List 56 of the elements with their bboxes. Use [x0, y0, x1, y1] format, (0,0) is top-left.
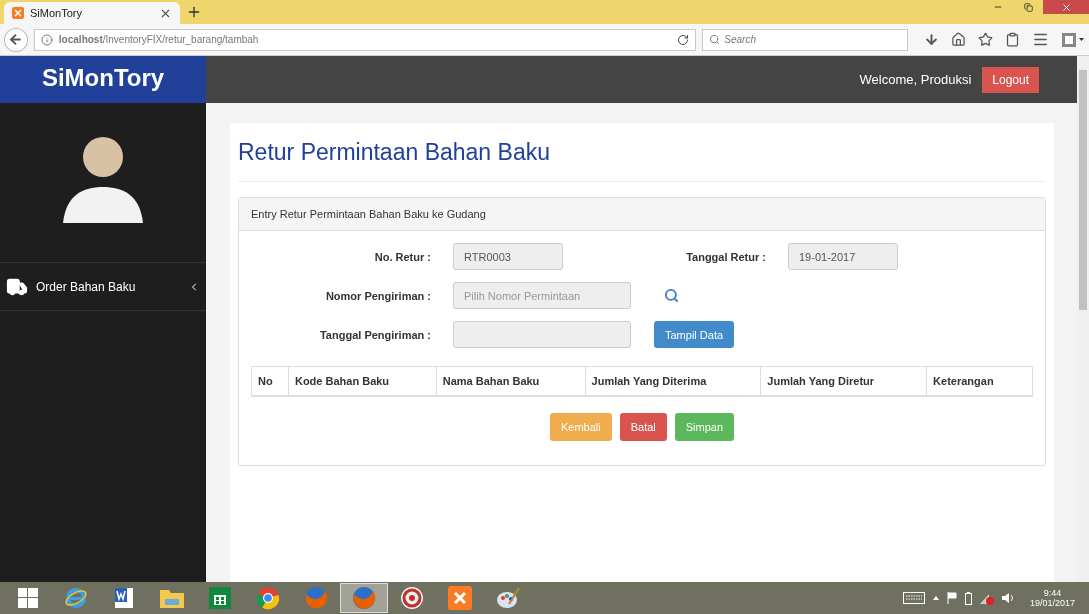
- palette-icon: [495, 586, 521, 610]
- reload-icon[interactable]: [677, 33, 690, 46]
- column-header: No: [251, 366, 289, 396]
- flag-icon[interactable]: [946, 592, 957, 604]
- address-field[interactable]: localhost/InventoryFIX/retur_barang/tambah: [33, 28, 697, 51]
- field-label: Nomor Pengiriman :: [324, 289, 431, 302]
- keyboard-icon[interactable]: [902, 592, 925, 604]
- field-label: Tanggal Pengiriman :: [318, 328, 431, 341]
- star-icon[interactable]: [978, 32, 993, 47]
- menu-icon[interactable]: [1032, 31, 1049, 48]
- show-data-button[interactable]: Tampil Data: [654, 321, 735, 348]
- home-icon[interactable]: [951, 32, 966, 47]
- info-icon[interactable]: [40, 33, 53, 46]
- browser-tab[interactable]: SiMonTory: [4, 2, 180, 24]
- column-header: Keterangan: [926, 366, 1033, 396]
- input-field[interactable]: [453, 321, 631, 348]
- close-icon: [1060, 1, 1072, 13]
- restore-icon: [1023, 2, 1033, 12]
- input-field[interactable]: RTR0003: [453, 243, 563, 270]
- xampp-logo-icon: [12, 7, 24, 19]
- folder-icon: [159, 587, 185, 609]
- input-field[interactable]: 19-01-2017: [788, 243, 898, 270]
- battery-icon[interactable]: [964, 591, 972, 605]
- column-header: Kode Bahan Baku: [288, 366, 437, 396]
- clock-time: 9:44: [1043, 588, 1062, 598]
- column-header: Nama Bahan Baku: [436, 366, 586, 396]
- document-w-icon: [112, 586, 136, 610]
- logout-button[interactable]: Logout: [982, 66, 1039, 93]
- xampp-logo-icon: [448, 586, 472, 610]
- back-button[interactable]: [4, 27, 28, 52]
- download-icon[interactable]: [924, 32, 939, 47]
- new-tab-icon[interactable]: [186, 4, 202, 20]
- tab-title: SiMonTory: [30, 7, 83, 19]
- browser-e-icon: [64, 586, 88, 610]
- action-button[interactable]: Batal: [619, 412, 667, 441]
- sidebar-item[interactable]: Order Bahan Baku: [0, 263, 206, 311]
- welcome-text: Welcome, Produksi: [859, 72, 972, 87]
- search-icon[interactable]: [664, 288, 679, 303]
- windows-logo-icon: [18, 588, 38, 608]
- input-field[interactable]: Pilih Nomor Permintaan: [453, 282, 631, 309]
- caret-up-icon[interactable]: [932, 596, 939, 600]
- page-title: Retur Permintaan Bahan Baku: [238, 139, 1046, 182]
- brand-logo: SiMonTory: [0, 56, 206, 103]
- speaker-icon[interactable]: [1001, 592, 1014, 604]
- chrome-icon: [256, 586, 280, 610]
- column-header: Jumlah Yang Diterima: [585, 366, 761, 396]
- search-icon: [709, 34, 721, 45]
- panel-heading: Entry Retur Permintaan Bahan Baku ke Gudang: [239, 198, 1045, 231]
- action-button[interactable]: Simpan: [674, 412, 735, 441]
- column-header: Jumlah Yang Diretur: [760, 366, 927, 396]
- field-label: No. Retur :: [373, 250, 431, 263]
- search-field[interactable]: Search: [702, 28, 908, 51]
- field-label: Tanggal Retur :: [685, 250, 766, 263]
- clock-date: 19/01/2017: [1029, 598, 1075, 608]
- taskbar-app[interactable]: [340, 583, 388, 613]
- clipboard-icon[interactable]: [1005, 32, 1020, 47]
